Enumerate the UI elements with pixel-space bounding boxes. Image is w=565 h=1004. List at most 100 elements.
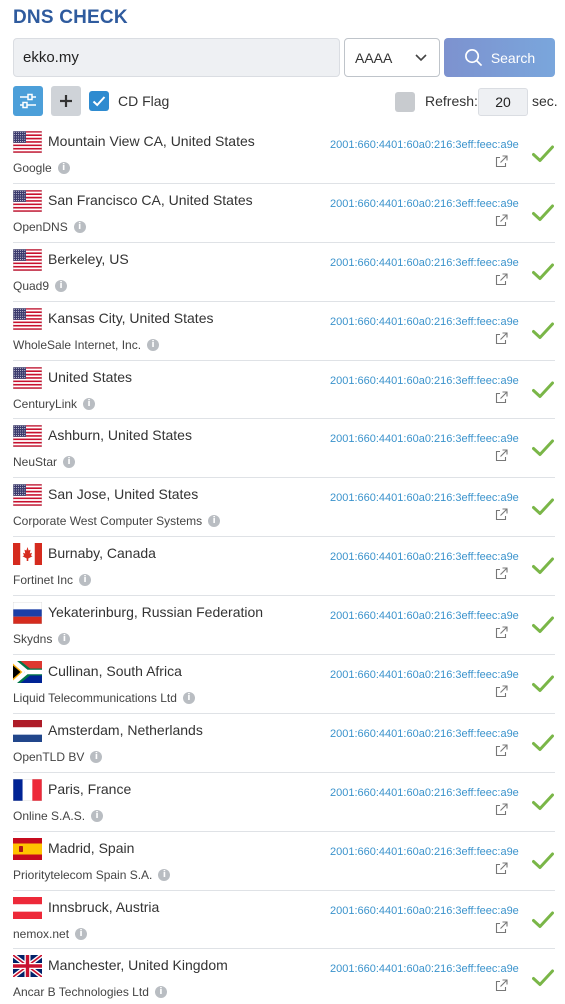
info-icon[interactable]: i bbox=[208, 515, 221, 528]
success-check-icon bbox=[532, 793, 554, 810]
result-provider: nemox.net i bbox=[13, 926, 88, 941]
external-link-icon[interactable] bbox=[495, 391, 508, 404]
flag-za-icon bbox=[13, 661, 42, 684]
result-row: United States CenturyLink i 2001:660:440… bbox=[13, 361, 555, 420]
result-location: Mountain View CA, United States bbox=[48, 133, 255, 149]
provider-name: Ancar B Technologies Ltd bbox=[13, 985, 149, 1000]
external-link-icon[interactable] bbox=[495, 567, 508, 580]
info-icon[interactable]: i bbox=[58, 633, 71, 646]
result-ip-link[interactable]: 2001:660:4401:60a0:216:3eff:feec:a9e bbox=[330, 198, 519, 210]
result-provider: NeuStar i bbox=[13, 455, 76, 470]
result-ip-link[interactable]: 2001:660:4401:60a0:216:3eff:feec:a9e bbox=[330, 551, 519, 563]
flag-us-icon bbox=[13, 248, 42, 271]
result-row: Ashburn, United States NeuStar i 2001:66… bbox=[13, 419, 555, 479]
result-ip-link[interactable]: 2001:660:4401:60a0:216:3eff:feec:a9e bbox=[330, 787, 519, 799]
success-check-icon bbox=[532, 322, 554, 339]
external-link-icon[interactable] bbox=[495, 862, 508, 875]
info-icon[interactable]: i bbox=[63, 456, 76, 469]
info-icon[interactable]: i bbox=[147, 338, 160, 351]
result-row: Mountain View CA, United States Google i… bbox=[13, 125, 555, 184]
external-link-icon[interactable] bbox=[495, 449, 508, 462]
info-icon[interactable]: i bbox=[57, 162, 70, 174]
info-icon[interactable]: i bbox=[158, 868, 171, 881]
info-icon[interactable]: i bbox=[73, 220, 86, 233]
result-ip-link[interactable]: 2001:660:4401:60a0:216:3eff:feec:a9e bbox=[330, 433, 519, 445]
provider-name: Quad9 bbox=[13, 278, 50, 293]
plus-icon bbox=[60, 95, 72, 107]
refresh-checkbox[interactable] bbox=[395, 92, 415, 112]
info-icon[interactable]: i bbox=[90, 750, 103, 763]
success-check-icon bbox=[532, 439, 554, 457]
external-link-icon[interactable] bbox=[495, 273, 508, 286]
result-provider: OpenTLD BV i bbox=[13, 750, 103, 764]
result-provider: OpenDNS i bbox=[13, 220, 86, 234]
result-ip-link[interactable]: 2001:660:4401:60a0:216:3eff:feec:a9e bbox=[330, 905, 519, 917]
provider-name: NeuStar bbox=[13, 455, 58, 470]
refresh-interval-input[interactable] bbox=[478, 88, 528, 116]
result-ip-link[interactable]: 2001:660:4401:60a0:216:3eff:feec:a9e bbox=[330, 963, 519, 975]
info-icon[interactable]: i bbox=[79, 574, 92, 587]
info-icon[interactable]: i bbox=[154, 986, 167, 999]
info-icon[interactable]: i bbox=[75, 927, 88, 940]
refresh-unit-label: sec. bbox=[532, 93, 558, 109]
result-location: Innsbruck, Austria bbox=[48, 898, 160, 915]
search-icon bbox=[464, 49, 482, 67]
flag-us-icon bbox=[13, 484, 42, 507]
refresh-label: Refresh: bbox=[425, 93, 478, 109]
result-ip-link[interactable]: 2001:660:4401:60a0:216:3eff:feec:a9e bbox=[330, 846, 519, 858]
result-ip-link[interactable]: 2001:660:4401:60a0:216:3eff:feec:a9e bbox=[330, 139, 519, 151]
result-location: United States bbox=[48, 368, 133, 385]
external-link-icon[interactable] bbox=[495, 803, 508, 816]
result-provider: Google i bbox=[13, 161, 70, 175]
external-link-icon[interactable] bbox=[495, 508, 508, 521]
external-link-icon[interactable] bbox=[495, 979, 508, 992]
result-ip-link[interactable]: 2001:660:4401:60a0:216:3eff:feec:a9e bbox=[330, 669, 519, 681]
external-link-icon[interactable] bbox=[495, 626, 508, 639]
info-icon[interactable]: i bbox=[55, 279, 68, 292]
success-check-icon bbox=[532, 734, 554, 751]
filter-settings-button[interactable] bbox=[13, 86, 43, 116]
external-link-icon[interactable] bbox=[495, 921, 508, 934]
result-location: San Francisco CA, United States bbox=[48, 191, 253, 208]
info-icon[interactable]: i bbox=[83, 397, 96, 410]
add-button[interactable] bbox=[51, 86, 81, 116]
flag-at-icon bbox=[13, 896, 42, 919]
result-ip-link[interactable]: 2001:660:4401:60a0:216:3eff:feec:a9e bbox=[330, 375, 519, 387]
domain-input[interactable] bbox=[13, 38, 340, 77]
external-link-icon[interactable] bbox=[495, 685, 508, 698]
external-link-icon[interactable] bbox=[495, 214, 508, 227]
result-row: Manchester, United Kingdom Ancar B Techn… bbox=[13, 949, 555, 1004]
provider-name: nemox.net bbox=[13, 926, 70, 941]
info-icon[interactable]: i bbox=[91, 809, 104, 822]
external-link-icon[interactable] bbox=[495, 155, 508, 168]
result-ip-link[interactable]: 2001:660:4401:60a0:216:3eff:feec:a9e bbox=[330, 492, 519, 504]
result-ip-link[interactable]: 2001:660:4401:60a0:216:3eff:feec:a9e bbox=[330, 610, 519, 622]
success-check-icon bbox=[532, 969, 554, 987]
search-button[interactable]: Search bbox=[444, 38, 555, 77]
external-link-icon[interactable] bbox=[495, 332, 508, 345]
provider-name: WholeSale Internet, Inc. bbox=[13, 337, 142, 352]
success-check-icon bbox=[532, 852, 554, 869]
result-location: Amsterdam, Netherlands bbox=[48, 721, 203, 738]
result-location: Berkeley, US bbox=[48, 250, 129, 267]
external-link-icon[interactable] bbox=[495, 744, 508, 757]
success-check-icon bbox=[532, 204, 554, 221]
success-check-icon bbox=[532, 498, 554, 516]
result-ip-link[interactable]: 2001:660:4401:60a0:216:3eff:feec:a9e bbox=[330, 316, 519, 328]
results-list: Mountain View CA, United States Google i… bbox=[13, 125, 555, 1004]
result-ip-link[interactable]: 2001:660:4401:60a0:216:3eff:feec:a9e bbox=[330, 728, 519, 740]
flag-fr-icon bbox=[13, 778, 42, 801]
result-ip-link[interactable]: 2001:660:4401:60a0:216:3eff:feec:a9e bbox=[330, 257, 519, 269]
success-check-icon bbox=[532, 263, 554, 280]
cd-flag-checkbox[interactable] bbox=[89, 91, 109, 111]
info-icon[interactable]: i bbox=[182, 692, 195, 705]
result-row: Yekaterinburg, Russian Federation Skydns… bbox=[13, 596, 555, 656]
result-provider: Fortinet Inc i bbox=[13, 573, 92, 587]
flag-nl-icon bbox=[13, 719, 42, 742]
result-provider: Liquid Telecommunications Ltd i bbox=[13, 691, 195, 705]
result-location: Manchester, United Kingdom bbox=[48, 957, 228, 974]
flag-us-icon bbox=[13, 307, 42, 330]
check-icon bbox=[92, 96, 106, 107]
result-location: Yekaterinburg, Russian Federation bbox=[48, 604, 264, 621]
record-type-select[interactable]: AAAA bbox=[344, 38, 440, 77]
